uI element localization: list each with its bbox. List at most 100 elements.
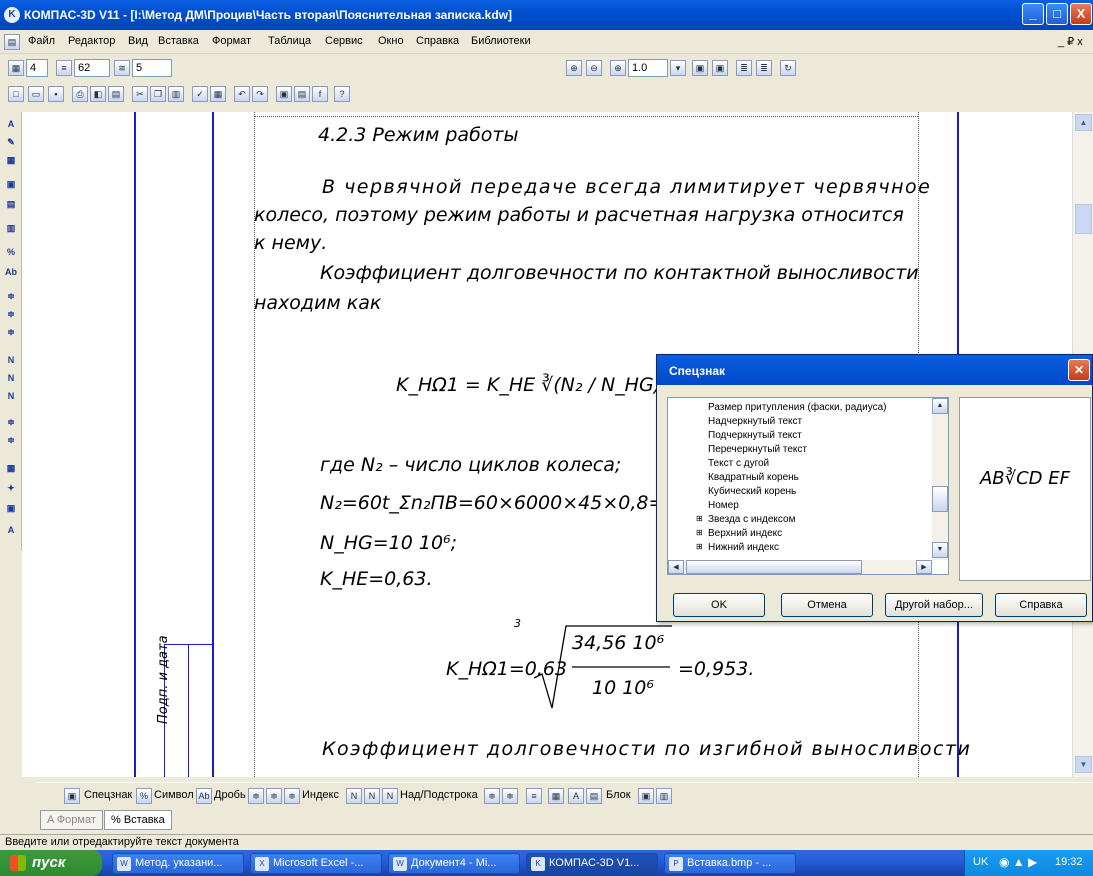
line-up-icon[interactable]: ≑ (484, 788, 500, 804)
tree-scroll-thumb[interactable] (932, 486, 948, 512)
text-icon[interactable]: A (3, 116, 19, 132)
index-both-icon[interactable]: ≑ (3, 324, 19, 340)
menu-insert[interactable]: Вставка (158, 35, 199, 47)
zoom-in-icon[interactable]: ⊕ (566, 60, 582, 76)
tree-item[interactable]: Квадратный корень (708, 472, 799, 483)
tab-format[interactable]: A Формат (40, 810, 103, 830)
task-word-doc4[interactable]: W Документ4 - Mi... (388, 853, 520, 874)
grid-icon[interactable]: ▦ (3, 460, 19, 476)
maximize-button[interactable]: □ (1046, 3, 1068, 25)
line-down-icon[interactable]: ≑ (3, 432, 19, 448)
zoom-window-icon[interactable]: ⊕ (610, 60, 626, 76)
menu-libraries[interactable]: Библиотеки (471, 35, 531, 47)
help-pointer-icon[interactable]: ? (334, 86, 350, 102)
block-button[interactable]: Блок (606, 789, 631, 801)
zoom-field[interactable]: 1.0 (628, 59, 668, 77)
line-up-icon[interactable]: ≑ (3, 414, 19, 430)
tree-item[interactable]: Нижний индекс (708, 542, 779, 553)
overunder-icon[interactable]: N (3, 388, 19, 404)
other-set-button[interactable]: Другой набор... (885, 593, 983, 617)
index-up-icon[interactable]: ≑ (248, 788, 264, 804)
help-button[interactable]: Справка (995, 593, 1087, 617)
tree-hscroll[interactable]: ◀ ▶ (668, 560, 932, 574)
under-text-icon[interactable]: N (364, 788, 380, 804)
over-text-icon[interactable]: N (346, 788, 362, 804)
tree-scroll-left-icon[interactable]: ◀ (668, 560, 684, 574)
symbol-icon[interactable]: % (3, 244, 19, 260)
table-icon[interactable]: ▦ (210, 86, 226, 102)
language-indicator[interactable]: UK (973, 856, 988, 868)
scroll-down-icon[interactable]: ▼ (1075, 756, 1092, 773)
refresh-icon[interactable]: ↻ (780, 60, 796, 76)
task-word-method[interactable]: W Метод. указани... (112, 853, 244, 874)
check-icon[interactable]: ✓ (192, 86, 208, 102)
line-down-icon[interactable]: ≑ (502, 788, 518, 804)
save-icon[interactable]: ▪ (48, 86, 64, 102)
menu-format[interactable]: Формат (212, 35, 251, 47)
zoom-all-icon[interactable]: ▣ (692, 60, 708, 76)
menu-table[interactable]: Таблица (268, 35, 311, 47)
special-sign-button[interactable]: Спецзнак (84, 789, 132, 801)
edit-icon[interactable]: ✎ (3, 134, 19, 150)
picture-icon[interactable]: ▤ (3, 196, 19, 212)
task-excel[interactable]: X Microsoft Excel -... (250, 853, 382, 874)
close-button[interactable]: X (1070, 3, 1092, 25)
index-upper-icon[interactable]: ≑ (3, 288, 19, 304)
undo-icon[interactable]: ↶ (234, 86, 250, 102)
tree-item[interactable]: Подчеркнутый текст (708, 430, 802, 441)
pan-icon[interactable]: ▣ (712, 60, 728, 76)
fragment-icon[interactable]: ▣ (3, 176, 19, 192)
task-paint[interactable]: P Вставка.bmp - ... (664, 853, 796, 874)
index-down-icon[interactable]: ≑ (266, 788, 282, 804)
cut-icon[interactable]: ✂ (132, 86, 148, 102)
menu-help[interactable]: Справка (416, 35, 459, 47)
menu-window[interactable]: Окно (378, 35, 404, 47)
expand-icon[interactable]: ⊞ (696, 542, 703, 551)
layer-icon[interactable]: ▦ (8, 60, 24, 76)
layer-field[interactable]: 4 (26, 59, 48, 77)
copy-icon[interactable]: ❐ (150, 86, 166, 102)
zoom-dropdown-icon[interactable]: ▾ (670, 60, 686, 76)
style-field[interactable]: 62 (74, 59, 110, 77)
fragment-icon[interactable]: ▣ (638, 788, 654, 804)
task-kompas[interactable]: K КОМПАС-3D V1... (526, 853, 658, 874)
index-both-icon[interactable]: ≑ (284, 788, 300, 804)
start-button[interactable]: пуск (0, 850, 102, 876)
tree-item[interactable]: Надчеркнутый текст (708, 416, 802, 427)
step-icon[interactable]: ≅ (114, 60, 130, 76)
image-icon[interactable]: ▤ (586, 788, 602, 804)
mdi-controls[interactable]: _ ₽ x (1058, 35, 1083, 48)
menu-editor[interactable]: Редактор (68, 35, 115, 47)
zoom-out-icon[interactable]: ⊖ (586, 60, 602, 76)
over-icon[interactable]: N (3, 352, 19, 368)
attribute-icon[interactable]: A (3, 522, 19, 538)
tree-item[interactable]: Перечеркнутый текст (708, 444, 807, 455)
ok-button[interactable]: OK (673, 593, 765, 617)
open-icon[interactable]: ▭ (28, 86, 44, 102)
object-icon[interactable]: ▥ (3, 220, 19, 236)
block-icon[interactable]: ▣ (3, 500, 19, 516)
index-lower-icon[interactable]: ≑ (3, 306, 19, 322)
tree-hscroll-thumb[interactable] (686, 560, 862, 574)
minimize-button[interactable]: _ (1022, 3, 1044, 25)
symbol-icon[interactable]: % (136, 788, 152, 804)
tree-item[interactable]: Кубический корень (708, 486, 796, 497)
tree-item[interactable]: Номер (708, 500, 739, 511)
preview-icon[interactable]: ◧ (90, 86, 106, 102)
tree-vscroll[interactable]: ▲ ▼ (932, 398, 948, 560)
symbol-button[interactable]: Символ (154, 789, 194, 801)
table-icon[interactable]: ▦ (548, 788, 564, 804)
list-icon[interactable]: ≣ (736, 60, 752, 76)
tree-scroll-down-icon[interactable]: ▼ (932, 542, 948, 558)
tree-scroll-up-icon[interactable]: ▲ (932, 398, 948, 414)
fraction-icon[interactable]: Ab (196, 788, 212, 804)
expand-icon[interactable]: ⊞ (696, 514, 703, 523)
print-icon[interactable]: ⎙ (72, 86, 88, 102)
picture-icon[interactable]: ▥ (656, 788, 672, 804)
cancel-button[interactable]: Отмена (781, 593, 873, 617)
library-icon[interactable]: ▤ (294, 86, 310, 102)
new-icon[interactable]: □ (8, 86, 24, 102)
special-sign-icon[interactable]: ▣ (64, 788, 80, 804)
scroll-up-icon[interactable]: ▲ (1075, 114, 1092, 131)
fraction-button[interactable]: Дробь (214, 789, 246, 801)
